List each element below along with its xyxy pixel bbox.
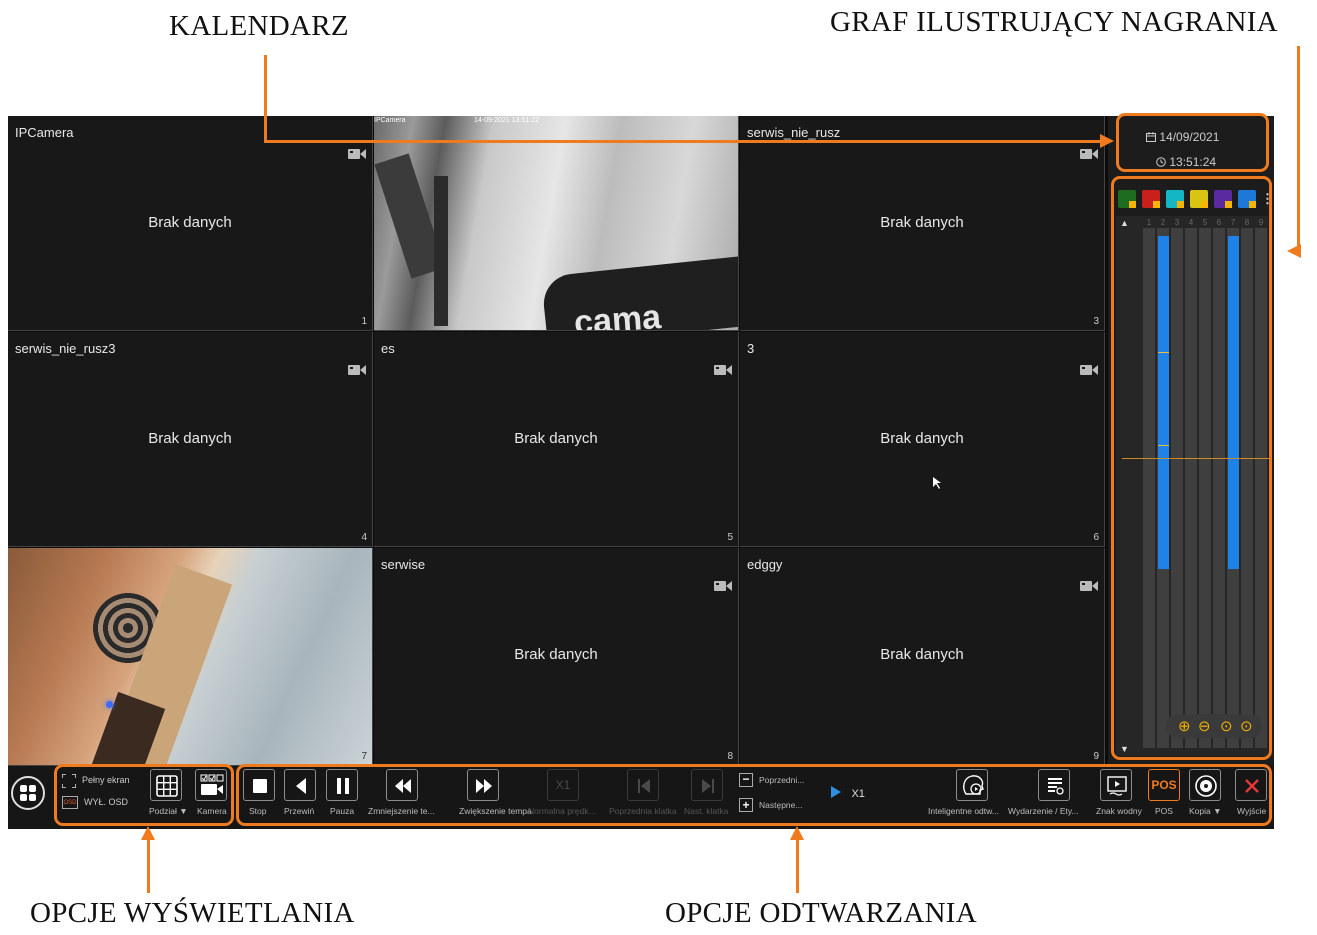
channel-number: 5: [727, 532, 733, 543]
camera-tile-7[interactable]: 7: [8, 548, 373, 766]
camera-tile-1[interactable]: IPCamera Brak danych 1: [8, 116, 373, 331]
camera-name: es: [381, 341, 395, 356]
calendar-arrow-head: [1100, 134, 1114, 148]
channel-number: 7: [361, 751, 367, 762]
channel-number: 2: [727, 316, 733, 327]
grid-menu-icon: [20, 785, 36, 801]
playback-options-highlight: [236, 764, 1272, 826]
display-options-highlight: [54, 764, 234, 826]
graph-arrow-vertical: [1297, 46, 1300, 246]
calendar-arrow-horizontal: [264, 140, 1104, 143]
video-camera-icon: [348, 365, 366, 375]
camera-name: serwis_nie_rusz3: [15, 341, 116, 356]
no-data-label: Brak danych: [148, 430, 232, 447]
graph-arrow-head: [1287, 244, 1301, 258]
main-menu-button[interactable]: [11, 776, 45, 810]
no-data-label: Brak danych: [514, 430, 598, 447]
camera-feed-image: cama: [374, 116, 738, 330]
camera-name: serwise: [381, 557, 426, 572]
no-data-label: Brak danych: [880, 214, 964, 231]
channel-number: 1: [361, 316, 367, 327]
overlay-camera-name: IPCamera: [374, 117, 406, 124]
no-data-label: Brak danych: [514, 646, 598, 663]
channel-number: 9: [1093, 751, 1099, 762]
camera-name: edggy: [747, 557, 783, 572]
camera-tile-8[interactable]: serwise Brak danych 8: [374, 548, 739, 766]
no-data-label: Brak danych: [880, 646, 964, 663]
annotation-recording-graph: GRAF ILUSTRUJĄCY NAGRANIA: [830, 6, 1278, 38]
mouse-cursor-icon: [933, 477, 941, 489]
annotation-display-options: OPCJE WYŚWIETLANIA: [30, 897, 355, 929]
camera-name: IPCamera: [15, 125, 74, 140]
camera-tile-9[interactable]: edggy Brak danych 9: [740, 548, 1105, 766]
channel-number: 3: [1093, 316, 1099, 327]
camera-grid: IPCamera Brak danych 1 cama IPCamera 14-…: [8, 116, 1106, 766]
display-arrow-line: [147, 838, 150, 893]
playback-arrow-head: [790, 826, 804, 840]
video-camera-icon: [1080, 365, 1098, 375]
overlay-timestamp: 14-09-2021 13:51:22: [474, 117, 539, 124]
channel-number: 6: [1093, 532, 1099, 543]
camera-tile-5[interactable]: es Brak danych 5: [374, 332, 739, 547]
playback-screen: IPCamera Brak danych 1 cama IPCamera 14-…: [8, 116, 1274, 829]
camera-tile-3[interactable]: serwis_nie_rusz Brak danych 3: [740, 116, 1105, 331]
camera-tile-2[interactable]: cama IPCamera 14-09-2021 13:51:22 2: [374, 116, 739, 331]
video-camera-icon: [714, 581, 732, 591]
camera-name: serwis_nie_rusz: [747, 125, 841, 140]
camera-tile-4[interactable]: serwis_nie_rusz3 Brak danych 4: [8, 332, 373, 547]
channel-number: 4: [361, 532, 367, 543]
annotation-calendar: KALENDARZ: [169, 10, 349, 42]
channel-number: 8: [727, 751, 733, 762]
display-arrow-head: [141, 826, 155, 840]
video-camera-icon: [1080, 149, 1098, 159]
camera-name: 3: [747, 341, 755, 356]
annotation-playback-options: OPCJE ODTWARZANIA: [665, 897, 978, 929]
no-data-label: Brak danych: [148, 214, 232, 231]
calendar-arrow-vertical: [264, 55, 267, 143]
playback-arrow-line: [796, 838, 799, 893]
calendar-highlight: [1116, 113, 1269, 172]
recording-graph-highlight: [1111, 176, 1272, 760]
no-data-label: Brak danych: [880, 430, 964, 447]
video-camera-icon: [348, 149, 366, 159]
camera-tile-6[interactable]: 3 Brak danych 6: [740, 332, 1105, 547]
camera-feed-image: [8, 548, 372, 765]
video-camera-icon: [1080, 581, 1098, 591]
video-camera-icon: [714, 365, 732, 375]
